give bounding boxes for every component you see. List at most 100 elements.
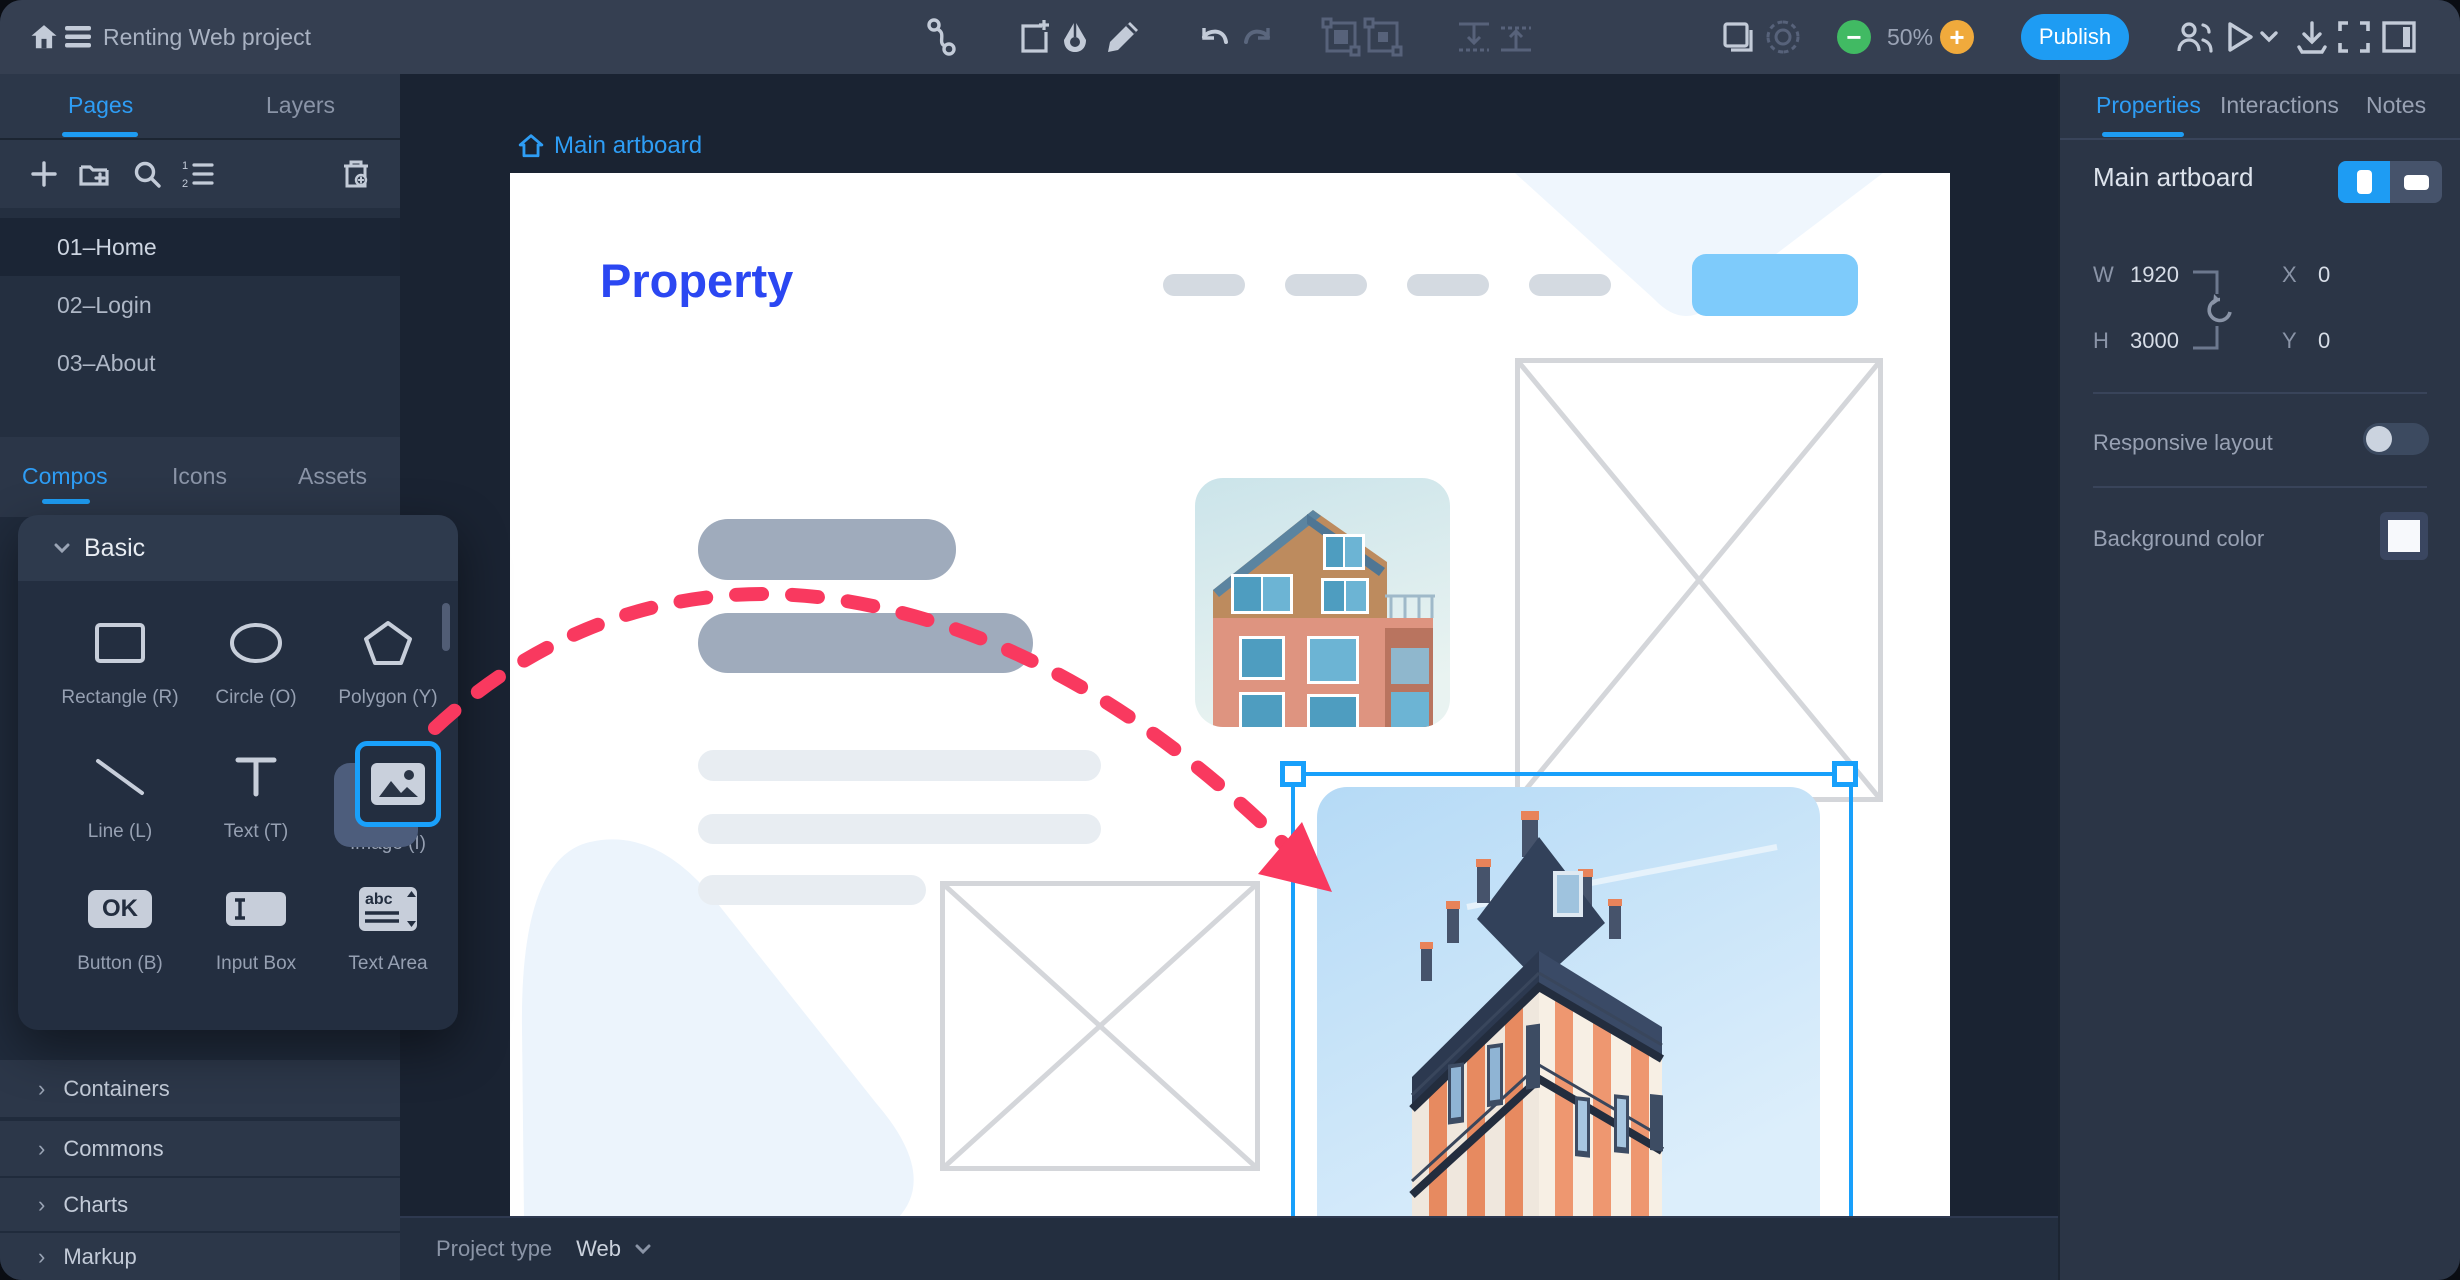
project-type-chevron-icon[interactable] [635,1244,651,1255]
y-label: Y [2282,328,2297,354]
zoom-in-button[interactable]: + [1940,20,1974,54]
text-icon [190,745,322,809]
preview-play-icon[interactable] [2220,0,2260,74]
image-placeholder [940,881,1260,1171]
page-order-icon[interactable]: 12 [182,140,214,208]
tab-layers[interactable]: Layers [266,74,335,136]
zoom-out-button[interactable]: − [1837,20,1871,54]
heading-bar [698,519,956,580]
circle-icon [190,611,322,675]
section-markup[interactable]: ›Markup [0,1233,400,1280]
pencil-tool-icon[interactable] [1100,0,1146,74]
chevron-right-icon: › [38,1244,45,1270]
pages-layers-tabs: Pages Layers [0,74,400,140]
line-icon [54,745,186,809]
width-value[interactable]: 1920 [2130,262,2179,288]
tool-input-box[interactable]: Input Box [190,877,322,975]
page-item[interactable]: 02–Login [0,276,400,334]
selected-element-title: Main artboard [2093,162,2253,193]
ungroup-icon[interactable] [1360,0,1406,74]
heading-bar [698,613,1033,673]
polygon-icon [322,611,454,675]
swap-dimensions-icon[interactable] [2202,292,2238,328]
tab-properties[interactable]: Properties [2096,74,2201,136]
tab-interactions[interactable]: Interactions [2220,74,2339,136]
tab-assets[interactable]: Assets [298,445,367,507]
tool-rectangle[interactable]: Rectangle (R) [54,611,186,709]
tool-line[interactable]: Line (L) [54,745,186,843]
add-folder-icon[interactable] [78,140,110,208]
pages-actions: 12 [0,140,400,210]
svg-text:abc: abc [365,891,393,908]
basic-panel-title: Basic [84,534,145,563]
artboard[interactable]: Property [510,173,1950,1218]
height-label: H [2093,328,2109,354]
basic-panel-header[interactable]: Basic [18,515,458,581]
redo-icon[interactable] [1236,0,1280,74]
height-value[interactable]: 3000 [2130,328,2179,354]
inspector-panel: Properties Interactions Notes Main artbo… [2058,74,2460,1280]
tool-circle[interactable]: Circle (O) [190,611,322,709]
distribute-top-icon[interactable] [1493,0,1539,74]
text-area-icon: abc [322,877,454,941]
x-label: X [2282,262,2297,288]
section-commons[interactable]: ›Commons [0,1121,400,1176]
page-item[interactable]: 01–Home [0,218,400,276]
preview-chevron-down-icon[interactable] [2256,0,2282,74]
canvas[interactable]: Main artboard Property [400,74,2060,1280]
group-icon[interactable] [1318,0,1364,74]
chevron-down-icon [54,543,70,554]
selection-frame[interactable] [1291,772,1853,1218]
path-tool-icon[interactable] [920,0,964,74]
duplicate-icon[interactable] [1715,0,1761,74]
publish-button[interactable]: Publish [2021,14,2129,60]
add-page-icon[interactable] [30,140,58,208]
tool-text[interactable]: Text (T) [190,745,322,843]
selection-handle-top-left[interactable] [1280,761,1306,787]
tab-icons[interactable]: Icons [172,445,227,507]
collaborate-icon[interactable] [2172,0,2218,74]
page-item[interactable]: 03–About [0,334,400,392]
basic-components-panel: Basic Rectangle (R) Circle (O) Polygon (… [18,515,458,1030]
background-color-swatch[interactable] [2380,512,2428,560]
artboard-title[interactable]: Main artboard [518,132,702,160]
svg-text:1: 1 [182,160,188,172]
new-artboard-icon[interactable] [1012,0,1056,74]
x-value[interactable]: 0 [2318,262,2330,288]
orientation-toggle[interactable] [2338,161,2442,203]
tab-notes[interactable]: Notes [2366,74,2426,136]
project-type-value[interactable]: Web [576,1236,621,1262]
distribute-bottom-icon[interactable] [1451,0,1497,74]
text-bar [698,814,1101,844]
tab-pages[interactable]: Pages [68,74,133,136]
background-color-label: Background color [2093,526,2264,552]
top-toolbar: Renting Web project [0,0,2460,74]
undo-icon[interactable] [1192,0,1236,74]
artboard-home-icon [518,133,544,159]
download-icon[interactable] [2290,0,2334,74]
focus-target-icon[interactable] [1760,0,1806,74]
nav-button-placeholder [1692,254,1858,316]
pen-tool-icon[interactable] [1053,0,1097,74]
tool-text-area[interactable]: abc Text Area [322,877,454,975]
toggle-right-panel-icon[interactable] [2376,0,2422,74]
main-menu-icon[interactable] [58,0,98,74]
tool-button[interactable]: OK Button (B) [54,877,186,975]
tool-image-selected[interactable]: Image (I) [322,745,454,855]
inspector-tabs: Properties Interactions Notes [2060,74,2460,140]
nav-pill [1163,274,1245,296]
svg-text:2: 2 [182,178,188,189]
home-icon[interactable] [26,0,62,74]
image-placeholder [1515,358,1883,802]
section-charts[interactable]: ›Charts [0,1178,400,1231]
section-containers[interactable]: ›Containers [0,1060,400,1117]
search-pages-icon[interactable] [132,140,162,208]
recycle-bin-icon[interactable] [340,140,372,208]
fullscreen-icon[interactable] [2332,0,2376,74]
responsive-layout-toggle[interactable] [2363,423,2429,455]
tool-polygon[interactable]: Polygon (Y) [322,611,454,709]
tab-compos[interactable]: Compos [22,445,108,507]
y-value[interactable]: 0 [2318,328,2330,354]
selection-handle-top-right[interactable] [1832,761,1858,787]
project-type-label: Project type [436,1236,552,1262]
